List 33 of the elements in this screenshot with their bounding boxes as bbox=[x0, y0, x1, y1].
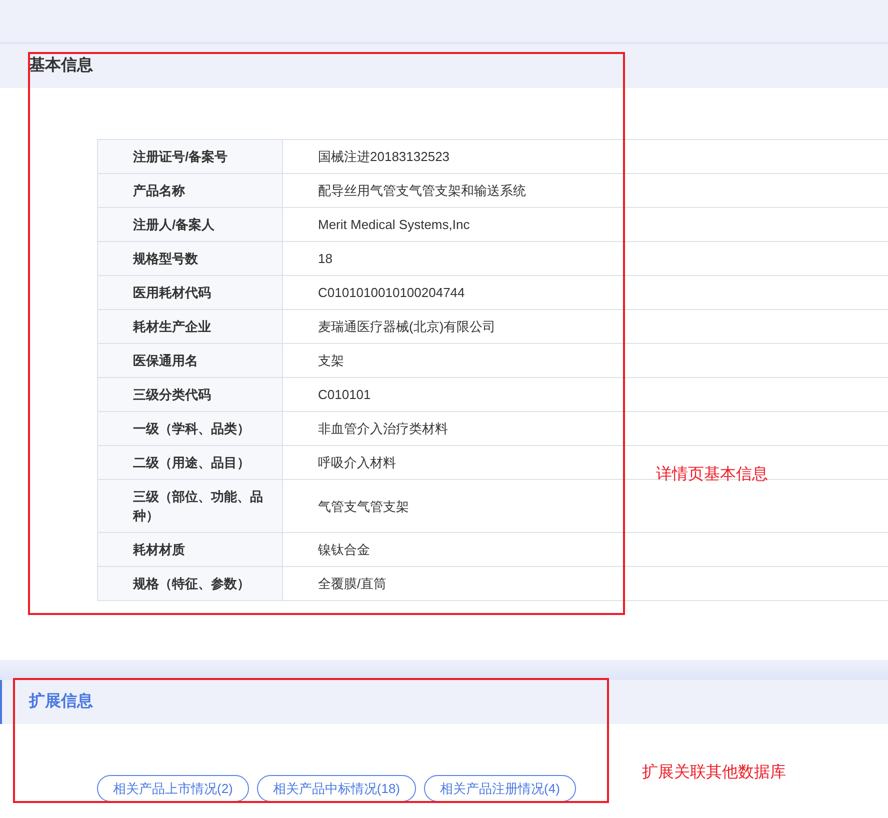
annotation-text: 详情页基本信息 bbox=[656, 464, 768, 485]
value-text: Merit Medical Systems,Inc bbox=[318, 216, 470, 234]
annotation-text: 扩展关联其他数据库 bbox=[642, 762, 786, 783]
label-cell: 耗材生产企业 bbox=[98, 310, 283, 343]
value-text: 麦瑞通医疗器械(北京)有限公司 bbox=[318, 318, 496, 336]
label-cell: 规格型号数 bbox=[98, 242, 283, 275]
label-cell: 医用耗材代码 bbox=[98, 276, 283, 309]
value-text: 支架 bbox=[318, 352, 344, 370]
related-link-button[interactable]: 相关产品上市情况(2) bbox=[97, 775, 249, 802]
value-text: 国械注进20183132523 bbox=[318, 148, 450, 166]
value-text: 18 bbox=[318, 250, 332, 268]
value-text: 配导丝用气管支气管支架和输送系统 bbox=[318, 182, 526, 200]
label-cell: 医保通用名 bbox=[98, 344, 283, 377]
section-title: 基本信息 bbox=[29, 56, 93, 76]
label-cell: 三级（部位、功能、品种） bbox=[98, 480, 283, 532]
value-text: C010101 bbox=[318, 386, 371, 404]
value-text: C0101010010100204744 bbox=[318, 284, 465, 302]
label-cell: 耗材材质 bbox=[98, 533, 283, 566]
related-link-button[interactable]: 相关产品注册情况(4) bbox=[424, 775, 576, 802]
value-text: 镍钛合金 bbox=[318, 541, 370, 559]
label-cell: 产品名称 bbox=[98, 174, 283, 207]
label-cell: 三级分类代码 bbox=[98, 378, 283, 411]
value-text: 非血管介入治疗类材料 bbox=[318, 420, 448, 438]
label-cell: 二级（用途、品目） bbox=[98, 446, 283, 479]
label-cell: 规格（特征、参数） bbox=[98, 567, 283, 600]
value-text: 呼吸介入材料 bbox=[318, 454, 396, 472]
value-text: 气管支气管支架 bbox=[318, 498, 409, 516]
label-cell: 注册证号/备案号 bbox=[98, 140, 283, 173]
related-link-button[interactable]: 相关产品中标情况(18) bbox=[256, 775, 416, 802]
label-cell: 注册人/备案人 bbox=[98, 208, 283, 241]
value-text: 全覆膜/直筒 bbox=[318, 575, 387, 593]
label-cell: 一级（学科、品类） bbox=[98, 412, 283, 445]
section-title: 扩展信息 bbox=[29, 691, 93, 712]
